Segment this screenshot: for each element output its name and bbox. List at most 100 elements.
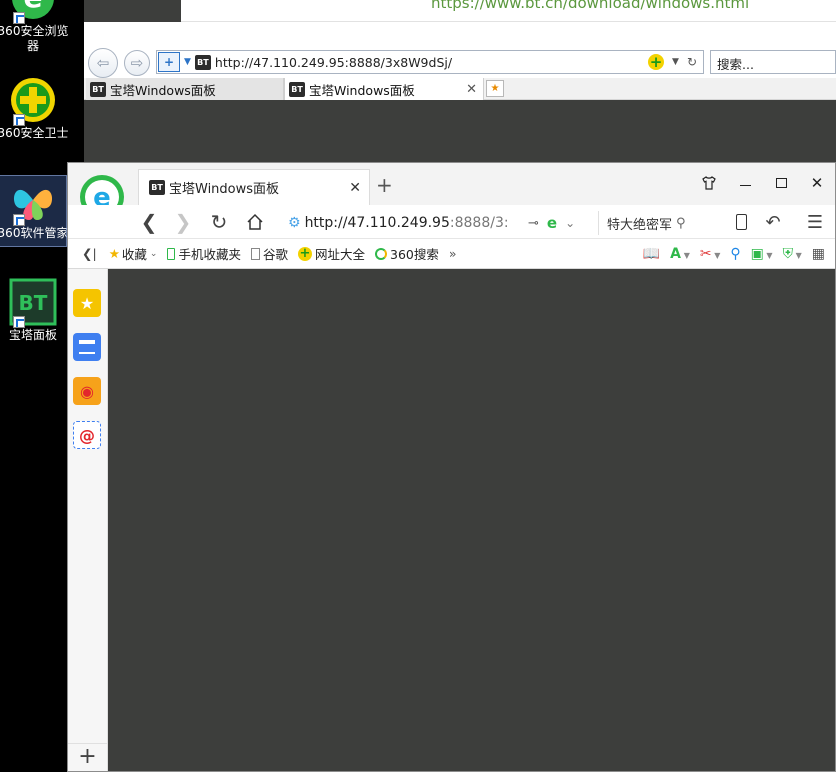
- side-news-button[interactable]: [73, 333, 101, 361]
- chevron-left-icon: ❮: [140, 210, 158, 234]
- maximize-icon: [775, 178, 787, 188]
- minimize-button[interactable]: [732, 171, 758, 195]
- translate-icon[interactable]: A ▼: [670, 246, 690, 262]
- bookmark-label: 谷歌: [262, 247, 288, 262]
- side-favorites-button[interactable]: ★: [73, 289, 101, 317]
- phone-icon: [167, 247, 176, 260]
- tshirt-icon: [702, 176, 716, 190]
- back-tab-2[interactable]: BT 宝塔Windows面板 ✕: [284, 78, 484, 100]
- scissors-icon[interactable]: ✂ ▼: [700, 246, 720, 262]
- front-tab-active[interactable]: BT 宝塔Windows面板 ✕: [138, 169, 370, 205]
- page-content-area[interactable]: [108, 269, 835, 771]
- forward-button[interactable]: ❯: [170, 209, 196, 235]
- arrow-left-icon: ⇦: [96, 54, 110, 72]
- back-tab-1[interactable]: BT 宝塔Windows面板: [86, 78, 284, 100]
- back-tab-bar: BT 宝塔Windows面板 BT 宝塔Windows面板 ✕ ★: [84, 78, 836, 100]
- bt-favicon-icon: BT: [289, 81, 305, 97]
- side-mail-button[interactable]: @: [73, 421, 101, 449]
- close-icon: ✕: [810, 174, 824, 192]
- back-address-text[interactable]: http://47.110.249.95:8888/3x8W9dSj/: [215, 55, 648, 70]
- front-search-input[interactable]: 特大绝密军 ⚲: [598, 211, 704, 235]
- minimize-icon: [739, 184, 751, 186]
- undo-icon: ↶: [765, 211, 781, 233]
- search-icon[interactable]: ⚲: [676, 216, 686, 231]
- 360-plus-icon[interactable]: +: [648, 54, 665, 70]
- plus-icon: +: [78, 744, 97, 769]
- front-toolbar: ❮ ❯ ↻ ⚙ http://47.110.249.95 :8888/3: ⊸ …: [68, 205, 835, 239]
- back-address-bar[interactable]: + ▼ BT http://47.110.249.95:8888/3x8W9dS…: [156, 50, 704, 74]
- new-tab-button[interactable]: +: [376, 173, 393, 197]
- tab-label: 宝塔Windows面板: [110, 82, 216, 98]
- shortcut-arrow-icon: [13, 12, 25, 24]
- close-tab-icon[interactable]: ✕: [349, 180, 361, 196]
- desktop-icon-bt-panel[interactable]: BT 宝塔面板: [0, 278, 66, 343]
- maximize-button[interactable]: [768, 171, 794, 195]
- address-rest: :8888/3:: [449, 215, 509, 231]
- more-bookmarks-icon[interactable]: »: [449, 246, 457, 261]
- front-title-bar: BT 宝塔Windows面板 ✕ + ✕: [68, 163, 835, 205]
- hamburger-menu-icon: ☰: [806, 211, 824, 233]
- side-weibo-button[interactable]: ◉: [73, 377, 101, 405]
- refresh-button[interactable]: ↻: [206, 209, 232, 235]
- back-search-input[interactable]: 搜索...: [710, 50, 836, 74]
- back-window-top-strip: https://www.bt.cn/download/windows.html: [181, 0, 836, 22]
- shortcut-arrow-icon: [13, 316, 25, 328]
- bookmark-360-search[interactable]: 360搜索: [375, 244, 439, 263]
- chevron-down-icon[interactable]: ▼: [184, 57, 191, 67]
- svg-text:BT: BT: [19, 291, 48, 315]
- mobile-button[interactable]: [728, 209, 754, 235]
- bookmark-google[interactable]: 谷歌: [250, 244, 288, 263]
- menu-button[interactable]: ☰: [802, 209, 828, 235]
- wallet-shield-icon[interactable]: ⛨ ▼: [783, 246, 802, 262]
- chevron-down-icon[interactable]: ▼: [672, 57, 679, 67]
- sidebar-toggle-icon[interactable]: ❮|: [82, 246, 97, 261]
- plus-icon: +: [298, 245, 312, 261]
- game-icon[interactable]: ▣ ▼: [751, 246, 773, 262]
- svg-text:e: e: [24, 0, 43, 14]
- bt-favicon-icon: BT: [90, 81, 106, 97]
- address-host: http://47.110.249.95: [304, 215, 450, 231]
- tab-label: 宝塔Windows面板: [169, 182, 280, 197]
- forward-button[interactable]: ⇨: [124, 50, 150, 76]
- arrow-right-icon: ⇨: [130, 54, 144, 72]
- star-icon: ★: [79, 293, 95, 313]
- share-icon[interactable]: ⊸: [528, 216, 539, 231]
- search-icon[interactable]: ⚲: [730, 246, 740, 262]
- skin-button[interactable]: [696, 171, 722, 195]
- refresh-icon[interactable]: ↻: [687, 55, 697, 69]
- side-add-button[interactable]: +: [68, 743, 107, 771]
- desktop-icon-label: 360软件管家: [0, 226, 69, 240]
- search-ring-icon: [375, 247, 388, 260]
- news-icon: [79, 340, 95, 354]
- ie-mode-icon[interactable]: e: [547, 214, 557, 232]
- chevron-down-icon[interactable]: ⌄: [565, 216, 575, 230]
- apps-grid-icon[interactable]: ▦: [812, 246, 825, 262]
- 360-safe-icon: [9, 76, 57, 126]
- back-button[interactable]: ⇦: [88, 48, 118, 78]
- bookmark-label: 收藏: [121, 247, 147, 262]
- bookmark-favorites[interactable]: ★ 收藏 ⌄: [109, 244, 158, 263]
- undo-button[interactable]: ↶: [760, 209, 786, 235]
- bookmark-mobile-favorites[interactable]: 手机收藏夹: [167, 244, 241, 263]
- back-ghost-url: https://www.bt.cn/download/windows.html: [431, 0, 750, 12]
- reader-icon[interactable]: 📖: [643, 246, 660, 262]
- desktop-icon-360-browser[interactable]: e 360安全浏览器: [0, 0, 68, 54]
- bookmark-url-directory[interactable]: + 网址大全: [298, 244, 365, 263]
- desktop-icon-360-safe[interactable]: 360安全卫士: [0, 76, 68, 141]
- shield-icon[interactable]: +: [158, 52, 180, 72]
- page-icon: [250, 247, 260, 260]
- close-window-button[interactable]: ✕: [804, 171, 830, 195]
- shortcut-arrow-icon: [13, 214, 25, 226]
- desktop-icon-label: 宝塔面板: [8, 328, 57, 342]
- chevron-right-icon: ❯: [174, 210, 192, 234]
- home-button[interactable]: [242, 209, 268, 235]
- bookmark-label: 网址大全: [315, 247, 366, 262]
- bookmark-bar: ❮| ★ 收藏 ⌄ 手机收藏夹 谷歌 + 网址大全 360搜索 » 📖 A ▼ …: [68, 239, 835, 269]
- desktop-icon-360-soft[interactable]: 360软件管家: [0, 175, 68, 247]
- site-settings-icon[interactable]: ⚙: [288, 215, 301, 231]
- close-tab-icon[interactable]: ✕: [466, 82, 477, 97]
- back-button[interactable]: ❮: [136, 209, 162, 235]
- star-icon: ★: [108, 246, 120, 261]
- new-tab-button[interactable]: ★: [486, 80, 504, 97]
- chevron-down-icon: ⌄: [149, 248, 158, 259]
